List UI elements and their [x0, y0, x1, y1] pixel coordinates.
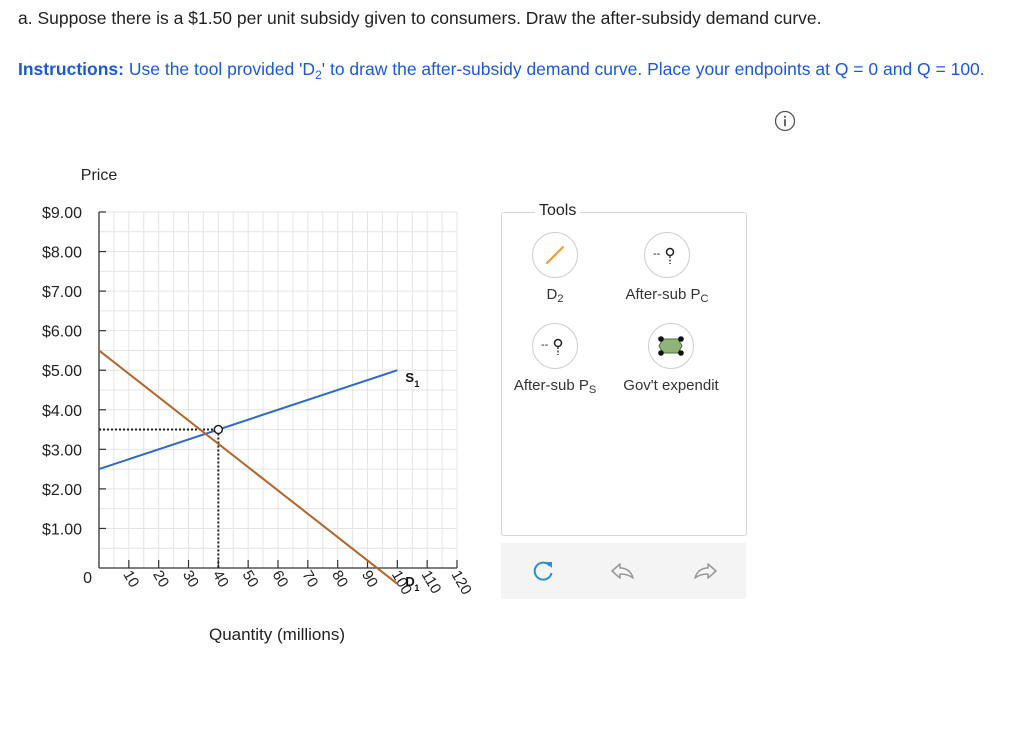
y-tick-label: $7.00 — [42, 284, 82, 301]
instructions-body-1: Use the tool provided 'D — [123, 59, 316, 79]
y-tick-label: $4.00 — [42, 403, 82, 420]
instructions-body-2: ' to draw the after-subsidy demand curve… — [321, 59, 985, 79]
y-tick-label: $3.00 — [42, 442, 82, 459]
x-tick-label: 50 — [239, 568, 262, 591]
instructions-lead: Instructions: — [18, 59, 124, 79]
x-tick-label: 60 — [269, 568, 292, 591]
instructions-subscript: 2 — [315, 68, 322, 82]
info-circle-icon[interactable] — [774, 110, 796, 132]
y-axis-title: Price — [81, 167, 118, 184]
tool-pc-sub: C — [700, 293, 709, 305]
tool-d2[interactable]: D2 — [525, 232, 585, 305]
point-icon: -- — [541, 338, 563, 355]
x-tick-label: 110 — [418, 568, 445, 597]
tool-ps-label: After-sub P — [513, 377, 589, 394]
redo-icon[interactable] — [692, 557, 720, 585]
x-tick-label: 30 — [179, 568, 202, 591]
tool-ps-sub: S — [588, 384, 597, 396]
tool-d2-sub: 2 — [557, 293, 564, 305]
question-text: a. Suppose there is a $1.50 per unit sub… — [18, 8, 822, 28]
x-tick-label: 80 — [328, 568, 351, 591]
svg-text:--: -- — [541, 339, 549, 351]
svg-text:--: -- — [653, 248, 661, 260]
instructions-text: Instructions: Use the tool provided 'D2'… — [18, 55, 1008, 89]
after-sub-ps-button[interactable]: -- — [532, 323, 578, 369]
tools-title: Tools — [535, 202, 581, 220]
equilibrium-point — [213, 424, 224, 435]
polygon-icon — [658, 336, 684, 356]
tool-govt-label: Gov't expendit — [623, 377, 719, 394]
line-tool-button[interactable] — [532, 232, 578, 278]
y-tick-label: $5.00 — [42, 363, 82, 380]
x-tick-label: 120 — [448, 568, 475, 598]
y-tick-label: $1.00 — [42, 521, 82, 538]
x-tick-label: 40 — [209, 568, 232, 591]
tool-after-sub-pc[interactable]: -- After-sub PC — [612, 232, 722, 305]
curve-label-sub: 1 — [414, 583, 419, 593]
curve-label-d: D — [405, 574, 414, 589]
x-tick-label: 70 — [298, 568, 321, 591]
line-icon — [545, 245, 565, 265]
x-tick-label: 10 — [119, 568, 142, 591]
govt-expenditure-button[interactable] — [648, 323, 694, 369]
supply-demand-chart[interactable]: 0 $1.00 $2.00 $3.00 $4.00 $5.00 $6.00 $7.00 $8.0… — [0, 150, 500, 650]
reset-icon[interactable] — [529, 557, 557, 585]
tool-d2-label: D — [546, 286, 558, 303]
chart-grid — [98, 211, 458, 569]
after-sub-pc-button[interactable]: -- — [644, 232, 690, 278]
tool-pc-label: After-sub P — [625, 286, 701, 303]
x-tick-label: 90 — [358, 568, 381, 591]
point-icon: -- — [653, 247, 675, 264]
y-tick-label: $6.00 — [42, 324, 82, 341]
y-tick-label: $8.00 — [42, 245, 82, 262]
y-tick-label: $9.00 — [42, 205, 82, 222]
undo-icon[interactable] — [608, 557, 636, 585]
action-bar — [501, 543, 746, 599]
curve-label-s: S — [405, 370, 414, 385]
x-axis-title: Quantity (millions) — [209, 625, 345, 644]
y-tick-label: 0 — [83, 570, 92, 587]
x-tick-label: 20 — [149, 568, 172, 591]
tool-after-sub-ps[interactable]: -- After-sub PS — [505, 323, 605, 396]
chart-ticks: 0 $1.00 $2.00 $3.00 $4.00 $5.00 $6.00 $7.00 $8.0… — [42, 205, 475, 598]
y-tick-label: $2.00 — [42, 482, 82, 499]
tool-govt-expenditure[interactable]: Gov't expendit — [616, 323, 726, 394]
curve-label-sub: 1 — [414, 379, 419, 389]
